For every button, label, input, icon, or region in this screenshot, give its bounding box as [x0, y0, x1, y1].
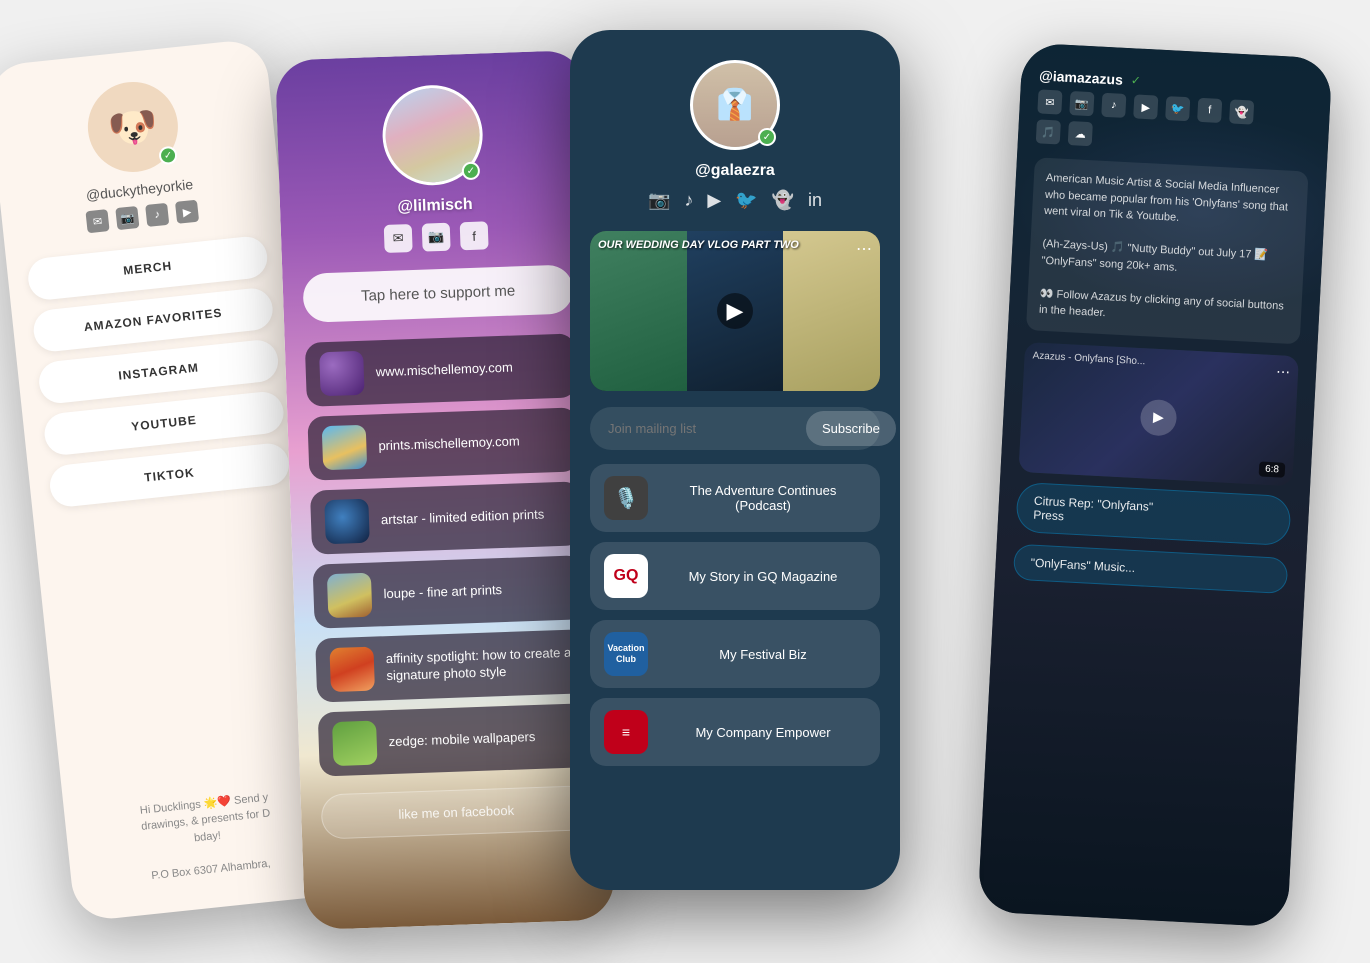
username: @lilmisch: [397, 196, 473, 217]
citrus-rep-link[interactable]: Citrus Rep: "Onlyfans"Press: [1015, 481, 1291, 545]
snapchat-icon[interactable]: 👻: [772, 190, 794, 211]
subscribe-button[interactable]: Subscribe: [806, 411, 896, 446]
username: @duckytheyorkie: [85, 176, 194, 203]
email-icon[interactable]: ✉: [1037, 89, 1062, 114]
mic-icon: 🎙️: [604, 476, 648, 520]
link-text: prints.mischellemoy.com: [378, 433, 520, 455]
link-thumb: [319, 351, 365, 397]
instagram-icon[interactable]: 📷: [115, 206, 139, 230]
link-item[interactable]: zedge: mobile wallpapers: [318, 703, 590, 776]
avatar-wrap: 🐶 ✓: [83, 77, 182, 176]
email-icon[interactable]: ✉: [85, 209, 109, 233]
vc-icon: Vacation Club: [604, 632, 648, 676]
support-button[interactable]: Tap here to support me: [302, 264, 574, 322]
youtube-icon[interactable]: ▶: [1133, 94, 1158, 119]
video-title: OUR WEDDING DAY VLOG PART TWO: [598, 239, 872, 251]
link-text: www.mischellemoy.com: [376, 359, 514, 381]
card-iamazazus: @iamazazus ✓ ✉ 📷 ♪ ▶ 🐦 f 👻 🎵 ☁ American …: [977, 42, 1332, 927]
video-duration: 6:8: [1259, 461, 1286, 477]
instagram-icon[interactable]: 📷: [1069, 91, 1094, 116]
video-panel-center: [687, 231, 784, 391]
gq-link[interactable]: GQ My Story in GQ Magazine: [590, 542, 880, 610]
youtube-icon[interactable]: ▶: [175, 200, 199, 224]
link-text: My Story in GQ Magazine: [660, 569, 866, 584]
bio-text: Hi Ducklings 🌟❤️ Send ydrawings, & prese…: [139, 789, 277, 885]
soundcloud-icon[interactable]: ☁: [1068, 121, 1093, 146]
avatar-wrap: ✓: [690, 60, 780, 150]
video-panel-left: [590, 231, 687, 391]
email-icon[interactable]: ✉: [384, 224, 413, 253]
link-text: zedge: mobile wallpapers: [388, 729, 535, 751]
link-item[interactable]: loupe - fine art prints: [313, 555, 585, 628]
verified-badge: ✓: [462, 162, 481, 181]
social-icons-row: ✉ 📷 ♪ ▶: [85, 200, 199, 234]
facebook-like-button[interactable]: like me on facebook: [321, 785, 592, 839]
onlyfans-link[interactable]: "OnlyFans" Music...: [1013, 543, 1289, 593]
username: @galaezra: [695, 162, 775, 180]
verified-badge: ✓: [758, 128, 776, 146]
link-item[interactable]: affinity spotlight: how to create a sign…: [315, 629, 587, 702]
podcast-link[interactable]: 🎙️ The Adventure Continues(Podcast): [590, 464, 880, 532]
link-text: My Company Empower: [660, 725, 866, 740]
link-text: artstar - limited edition prints: [381, 506, 545, 529]
verified-icon: ✓: [1130, 73, 1141, 88]
link-text: My Festival Biz: [660, 647, 866, 662]
link-thumb: [322, 425, 368, 471]
link-thumb: [332, 721, 378, 767]
facebook-icon[interactable]: f: [1197, 98, 1222, 123]
empower-icon: ≡: [604, 710, 648, 754]
facebook-icon[interactable]: f: [460, 221, 489, 250]
video-menu-icon[interactable]: ⋯: [856, 239, 872, 259]
link-text: loupe - fine art prints: [383, 582, 502, 603]
video-thumbnail[interactable]: OUR WEDDING DAY VLOG PART TWO ⋯: [590, 231, 880, 391]
youtube-icon[interactable]: ▶: [707, 190, 721, 211]
instagram-icon[interactable]: 📷: [648, 190, 670, 211]
link-thumb: [324, 499, 370, 545]
instagram-icon[interactable]: 📷: [422, 223, 451, 252]
social-row: 📷 ♪ ▶ 🐦 👻 in: [648, 190, 822, 211]
gq-icon: GQ: [604, 554, 648, 598]
link-item[interactable]: artstar - limited edition prints: [310, 481, 582, 554]
video-menu-icon[interactable]: ⋯: [1276, 363, 1291, 381]
link-text: affinity spotlight: how to create a sign…: [386, 645, 573, 685]
scene: 🐶 ✓ @duckytheyorkie ✉ 📷 ♪ ▶ MERCH AMAZON…: [0, 0, 1370, 963]
link-text: "OnlyFans" Music...: [1030, 555, 1135, 574]
link-text: The Adventure Continues(Podcast): [660, 483, 866, 513]
card-galaezra: ✓ @galaezra 📷 ♪ ▶ 🐦 👻 in OUR WEDDING DAY…: [570, 30, 900, 890]
social-row: ✉ 📷 f: [384, 221, 489, 253]
linkedin-icon[interactable]: in: [808, 190, 822, 211]
tiktok-icon[interactable]: ♪: [145, 203, 169, 227]
avatar-wrap: ✓: [381, 84, 484, 187]
link-text: Citrus Rep: "Onlyfans"Press: [1033, 493, 1154, 527]
tiktok-icon[interactable]: ♪: [684, 190, 693, 211]
bio-description: American Music Artist & Social Media Inf…: [1026, 157, 1309, 344]
email-input[interactable]: [594, 411, 798, 446]
video-thumbnail[interactable]: Azazus - Onlyfans [Sho... ⋯ ▶ 6:8: [1019, 342, 1299, 486]
tiktok-icon[interactable]: ♪: [1101, 93, 1126, 118]
mailing-list-row: Subscribe: [590, 407, 880, 450]
snapchat-icon[interactable]: 👻: [1229, 99, 1254, 124]
twitter-icon[interactable]: 🐦: [735, 190, 757, 211]
username: @iamazazus: [1039, 67, 1123, 87]
festival-link[interactable]: Vacation Club My Festival Biz: [590, 620, 880, 688]
verified-badge: ✓: [158, 146, 178, 166]
link-thumb: [329, 647, 375, 693]
company-empower-link[interactable]: ≡ My Company Empower: [590, 698, 880, 766]
twitter-icon[interactable]: 🐦: [1165, 96, 1190, 121]
link-item[interactable]: prints.mischellemoy.com: [307, 407, 579, 480]
card-lilmisch: ✓ @lilmisch ✉ 📷 f Tap here to support me…: [275, 50, 615, 930]
link-item[interactable]: www.mischellemoy.com: [305, 333, 577, 406]
spotify-icon[interactable]: 🎵: [1036, 119, 1061, 144]
link-thumb: [327, 573, 373, 619]
